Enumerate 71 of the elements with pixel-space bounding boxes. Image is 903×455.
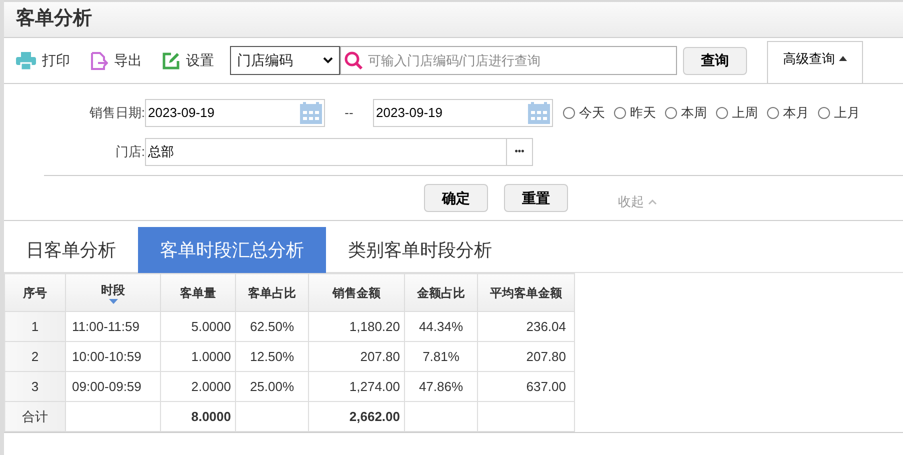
chevron-up-icon [648,199,657,205]
edit-icon [162,52,180,70]
confirm-button[interactable]: 确定 [424,184,488,212]
page-title: 客单分析 [16,6,92,32]
table-cell: 5.0000 [191,318,231,334]
toolbar-button[interactable]: 设置 [162,50,214,71]
table-cell: 1,180.20 [349,318,400,334]
radio-button[interactable] [563,107,575,119]
search-icon [344,51,364,71]
toolbar-button[interactable]: 导出 [90,50,142,71]
table-cell: 09:00-09:59 [72,378,142,394]
table-cell: 236.04 [526,318,566,334]
browse-button[interactable]: ••• [507,138,533,166]
range-option[interactable]: 本月 [767,103,809,123]
row-number: 3 [31,378,39,394]
column-header[interactable]: 序号 [4,274,66,312]
table-cell: 1.0000 [191,348,231,364]
column-header[interactable]: 销售金额 [308,274,404,312]
table-cell: 2.0000 [191,378,231,394]
column-header[interactable]: 平均客单金额 [478,274,574,312]
table-cell: 47.86% [418,378,464,394]
range-option[interactable]: 昨天 [614,103,656,123]
radio-button[interactable] [716,107,728,119]
date-field[interactable]: 2023-09-19 [373,99,553,127]
advanced-query-tab[interactable]: 高级查询 [767,41,863,84]
caret-up-icon [839,56,847,61]
search-field[interactable]: 可输入门店编码/门店进行查询 [340,46,677,75]
row-number: 1 [31,318,39,334]
table-cell: 11:00-11:59 [72,318,140,334]
table-cell: 207.80 [526,348,566,364]
range-separator: -- [344,104,354,122]
table-cell: 12.50% [250,348,294,364]
table-cell: 1,274.00 [349,378,400,394]
range-option[interactable]: 今天 [563,103,605,123]
chevron-icon [323,57,333,64]
radio-button[interactable] [614,107,626,119]
column-header[interactable]: 客单量 [160,274,236,312]
radio-button[interactable] [665,107,677,119]
radio-button[interactable] [767,107,779,119]
table-cell: 25.00% [250,378,294,394]
column-header[interactable]: 时段 [66,274,160,312]
tab[interactable]: 客单时段汇总分析 [138,227,326,273]
total-label: 合计 [22,408,48,424]
field-label: 销售日期: [88,104,145,122]
table-cell: 62.50% [250,318,294,334]
reset-button[interactable]: 重置 [504,184,568,212]
table-cell: 2,662.00 [349,408,400,424]
row-number: 2 [31,348,39,364]
table-cell: 207.80 [360,348,400,364]
table-cell: 8.0000 [191,408,231,424]
column-header[interactable]: 金额占比 [404,274,478,312]
table-cell: 637.00 [526,378,566,394]
range-option[interactable]: 上周 [716,103,758,123]
table-cell: 10:00-10:59 [72,348,142,364]
range-option[interactable]: 上月 [818,103,860,123]
column-header[interactable]: 客单占比 [236,274,308,312]
table-cell: 44.34% [418,318,464,334]
radio-button[interactable] [818,107,830,119]
field-label: 门店: [114,143,145,162]
store-field[interactable]: 总部 [145,138,507,166]
range-option[interactable]: 本周 [665,103,707,123]
printer-icon [16,52,36,70]
toolbar-button[interactable]: 打印 [16,50,70,71]
sort-down-icon [108,299,118,304]
query-button[interactable]: 查询 [683,46,747,74]
file-export-icon [90,52,108,70]
search-type-select[interactable]: 门店编码 [230,46,340,75]
table-cell: 7.81% [422,348,460,364]
date-field[interactable]: 2023-09-19 [145,99,325,127]
tab[interactable]: 类别客单时段分析 [326,227,514,273]
tab[interactable]: 日客单分析 [4,227,138,273]
